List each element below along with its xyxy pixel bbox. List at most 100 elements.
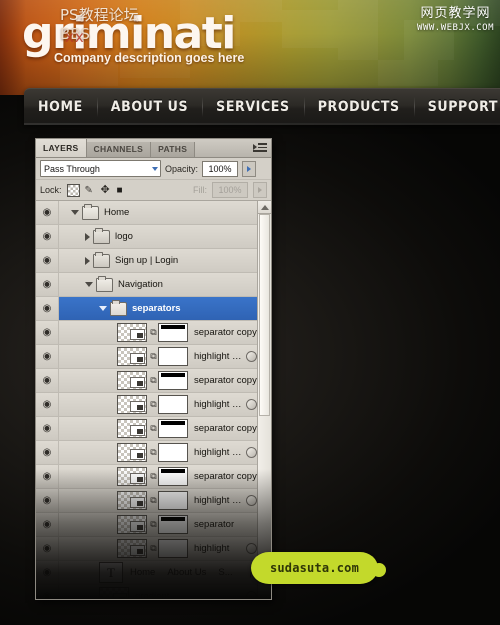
layer-style-icon[interactable] <box>246 543 257 554</box>
link-mask-icon[interactable]: ⧉ <box>149 348 158 365</box>
layer-mask-thumbnail[interactable] <box>158 491 188 510</box>
tab-channels[interactable]: CHANNELS <box>86 142 152 157</box>
layer-row-nav-text[interactable]: ◉ T Home About Us S... fx <box>36 561 271 585</box>
nav-item-home[interactable]: HOME <box>24 89 97 125</box>
layer-mask-thumbnail[interactable] <box>158 539 188 558</box>
eye-icon[interactable]: ◉ <box>36 249 59 272</box>
layer-mask-thumbnail[interactable] <box>158 395 188 414</box>
eye-icon[interactable]: ◉ <box>36 441 59 464</box>
disclosure-triangle-icon[interactable] <box>85 232 90 241</box>
link-mask-icon[interactable]: ⧉ <box>149 468 158 485</box>
link-mask-icon[interactable]: ⧉ <box>149 420 158 437</box>
eye-icon[interactable]: ◉ <box>36 297 59 320</box>
eye-icon[interactable]: ◉ <box>36 513 59 536</box>
layer-row-highlight[interactable]: ◉ ⧉ highlight <box>36 537 271 561</box>
nav-item-products[interactable]: PRODUCTS <box>303 89 414 125</box>
layer-thumbnail[interactable] <box>117 443 147 462</box>
opacity-slider-button[interactable] <box>242 160 257 177</box>
layer-mask-thumbnail[interactable] <box>158 419 188 438</box>
layer-mask-thumbnail[interactable] <box>158 467 188 486</box>
disclosure-triangle-icon[interactable] <box>85 282 93 287</box>
opacity-input[interactable]: 100% <box>202 160 239 177</box>
layer-thumbnail[interactable] <box>117 539 147 558</box>
layer-row-highlight-copy-4[interactable]: ◉ ⧉ highlight co... <box>36 345 271 369</box>
eye-icon[interactable]: ◉ <box>36 585 59 599</box>
nav-item-about-us[interactable]: ABOUT US <box>96 89 202 125</box>
nav-item-support[interactable]: SUPPORT <box>413 89 500 125</box>
scroll-up-arrow-icon[interactable] <box>258 201 271 214</box>
layer-style-icon[interactable] <box>246 399 257 410</box>
eye-icon[interactable]: ◉ <box>36 225 59 248</box>
lock-all-icon[interactable]: ■ <box>117 185 128 196</box>
layer-row-separator-copy[interactable]: ◉ ⧉ separator copy <box>36 465 271 489</box>
layer-thumbnail[interactable] <box>117 347 147 366</box>
disclosure-triangle-icon[interactable] <box>71 210 79 215</box>
layer-row-separator[interactable]: ◉ ⧉ separator <box>36 513 271 537</box>
link-mask-icon[interactable]: ⧉ <box>149 540 158 557</box>
layer-mask-thumbnail[interactable] <box>158 323 188 342</box>
layer-style-icon[interactable] <box>246 447 257 458</box>
layer-row-separator-copy-3[interactable]: ◉ ⧉ separator copy 3 <box>36 369 271 393</box>
watermark-top-left-line1: PS教程论坛 <box>60 6 139 24</box>
layer-thumbnail[interactable] <box>117 419 147 438</box>
lock-image-pixels-icon[interactable]: ✎ <box>85 185 96 196</box>
eye-icon[interactable]: ◉ <box>36 345 59 368</box>
layer-mask-thumbnail[interactable] <box>158 515 188 534</box>
eye-icon[interactable]: ◉ <box>36 465 59 488</box>
layer-row-highlight-copy-2[interactable]: ◉ ⧉ highlight co... <box>36 441 271 465</box>
layer-style-icon[interactable] <box>246 351 257 362</box>
layer-name: logo <box>115 231 133 242</box>
eye-icon[interactable]: ◉ <box>36 417 59 440</box>
layer-thumbnail[interactable] <box>117 491 147 510</box>
layer-thumbnail[interactable] <box>117 323 147 342</box>
tab-layers[interactable]: LAYERS <box>36 139 87 157</box>
eye-icon[interactable]: ◉ <box>36 537 59 560</box>
tab-paths[interactable]: PATHS <box>151 142 196 157</box>
layer-thumbnail[interactable] <box>117 395 147 414</box>
panel-tab-bar: LAYERS CHANNELS PATHS <box>36 139 271 158</box>
eye-icon[interactable]: ◉ <box>36 201 59 224</box>
layer-mask-thumbnail[interactable] <box>158 347 188 366</box>
layer-list-scrollbar[interactable] <box>257 201 271 599</box>
layer-row-signup-login[interactable]: ◉ Sign up | Login <box>36 249 271 273</box>
layer-thumbnail[interactable] <box>117 467 147 486</box>
layer-thumbnail[interactable] <box>117 515 147 534</box>
lock-transparent-pixels-icon[interactable] <box>66 183 80 197</box>
layer-list: ◉ Home ◉ logo ◉ Sign up | Login ◉ Naviga… <box>36 201 271 599</box>
layer-row-navigation[interactable]: ◉ Navigation <box>36 273 271 297</box>
disclosure-triangle-icon[interactable] <box>99 306 107 311</box>
layer-row-logo[interactable]: ◉ logo <box>36 225 271 249</box>
eye-icon[interactable]: ◉ <box>36 489 59 512</box>
nav-item-services[interactable]: SERVICES <box>202 89 304 125</box>
disclosure-triangle-icon[interactable] <box>85 256 90 265</box>
link-mask-icon[interactable]: ⧉ <box>149 444 158 461</box>
layer-thumbnail[interactable] <box>99 587 129 599</box>
layer-row-highlight-copy-3[interactable]: ◉ ⧉ highlight co... <box>36 393 271 417</box>
eye-icon[interactable]: ◉ <box>36 273 59 296</box>
layer-row-separator-copy-4[interactable]: ◉ ⧉ separator copy 4 <box>36 321 271 345</box>
layer-mask-thumbnail[interactable] <box>158 371 188 390</box>
layer-row-gradient[interactable]: ◉ gradient <box>36 585 271 599</box>
layer-thumbnail[interactable] <box>117 371 147 390</box>
eye-icon[interactable]: ◉ <box>36 321 59 344</box>
scrollbar-thumb[interactable] <box>259 214 270 416</box>
layer-row-separators[interactable]: ◉ separators <box>36 297 271 321</box>
layer-style-icon[interactable] <box>246 495 257 506</box>
layer-style-icon[interactable] <box>246 591 257 599</box>
text-layer-thumbnail[interactable]: T <box>99 562 123 583</box>
link-mask-icon[interactable]: ⧉ <box>149 492 158 509</box>
eye-icon[interactable]: ◉ <box>36 393 59 416</box>
link-mask-icon[interactable]: ⧉ <box>149 324 158 341</box>
blend-mode-select[interactable]: Pass Through <box>40 160 161 177</box>
layer-row-highlight-copy[interactable]: ◉ ⧉ highlight copy <box>36 489 271 513</box>
eye-icon[interactable]: ◉ <box>36 369 59 392</box>
lock-position-icon[interactable]: ✥ <box>101 184 112 196</box>
link-mask-icon[interactable]: ⧉ <box>149 372 158 389</box>
layer-mask-thumbnail[interactable] <box>158 443 188 462</box>
link-mask-icon[interactable]: ⧉ <box>149 516 158 533</box>
layer-row-home[interactable]: ◉ Home <box>36 201 271 225</box>
link-mask-icon[interactable]: ⧉ <box>149 396 158 413</box>
eye-icon[interactable]: ◉ <box>36 561 59 584</box>
panel-menu-icon[interactable] <box>253 143 267 153</box>
layer-row-separator-copy-2[interactable]: ◉ ⧉ separator copy 2 <box>36 417 271 441</box>
